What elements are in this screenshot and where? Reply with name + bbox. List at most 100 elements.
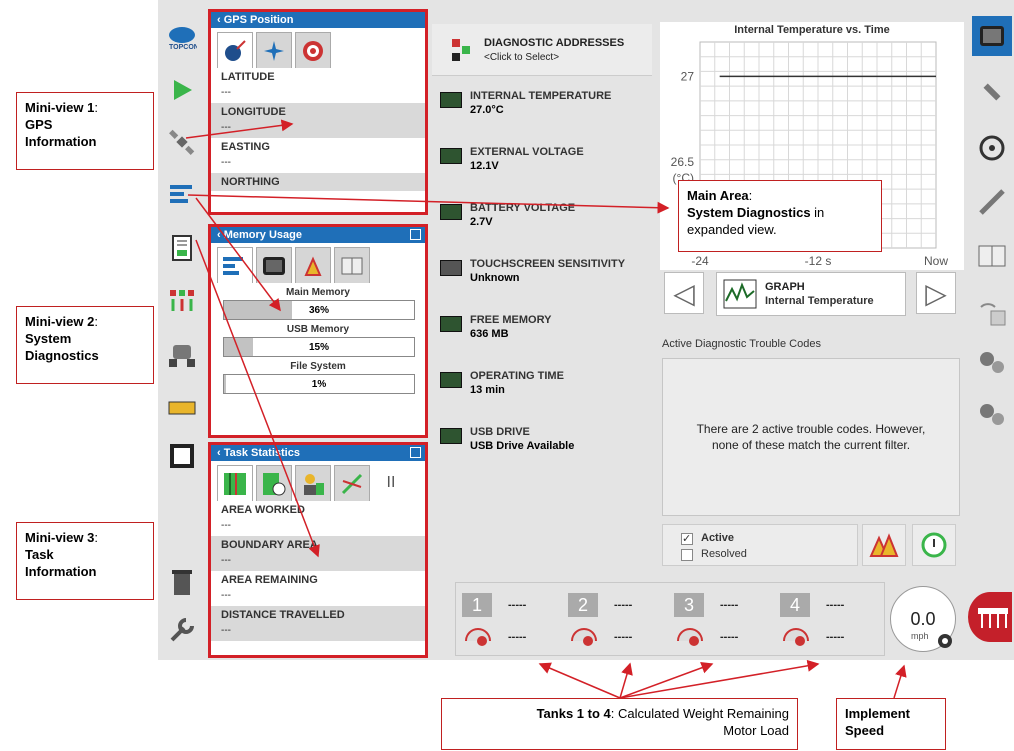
implement-icon[interactable]	[166, 392, 198, 424]
tank-2[interactable]: 2 ----- -----	[568, 593, 668, 649]
cellular-4g-icon[interactable]	[976, 296, 1008, 328]
diagnostics-list: DIAGNOSTIC ADDRESSES <Click to Select> IN…	[432, 24, 652, 574]
diagnostic-addresses-button[interactable]: DIAGNOSTIC ADDRESSES <Click to Select>	[432, 24, 652, 76]
x-tick-label: -24	[691, 254, 709, 268]
refresh-circle-icon	[921, 532, 947, 558]
bars-icon	[223, 256, 243, 275]
diag-item-free-memory: FREE MEMORY 636 MB	[440, 314, 552, 340]
ann-text: :	[94, 314, 98, 329]
memory-mini-view: ‹ Memory Usage Main Memory 36% USB Memor…	[208, 224, 428, 438]
speed-settings-icon[interactable]	[937, 633, 953, 649]
graph-selector[interactable]: GRAPH Internal Temperature	[716, 272, 906, 316]
diag-item-operating-time: OPERATING TIME 13 min	[440, 370, 564, 396]
ann-text: Main Area	[687, 188, 749, 203]
tab-task-operator[interactable]	[295, 465, 331, 501]
tank-number: 2	[568, 593, 598, 617]
vehicle-icon[interactable]	[166, 338, 198, 370]
status-led-icon	[440, 148, 462, 164]
tab-task-time[interactable]	[256, 465, 292, 501]
resolved-checkbox[interactable]	[681, 549, 693, 561]
expand-icon[interactable]	[410, 229, 421, 240]
tank-weight: -----	[720, 599, 739, 611]
gears-icon[interactable]	[976, 346, 1008, 378]
memory-view-header[interactable]: ‹ Memory Usage	[211, 227, 425, 243]
gps-view-header[interactable]: ‹ GPS Position	[211, 12, 425, 28]
northing-field: NORTHING	[211, 173, 425, 191]
easting-label: EASTING	[221, 141, 270, 153]
task-view-header[interactable]: ‹ Task Statistics	[211, 445, 425, 461]
alarms-button[interactable]	[862, 524, 906, 566]
pause-button[interactable]: II	[373, 465, 409, 501]
boundary-area-label: BOUNDARY AREA	[221, 539, 318, 551]
ann-text: Information	[25, 134, 97, 149]
diag-item-internal-temperature: INTERNAL TEMPERATURE 27.0°C	[440, 90, 611, 116]
graph-line-icon	[723, 279, 757, 309]
file-system-bar: 1%	[223, 374, 415, 394]
satellite-icon[interactable]	[166, 126, 198, 158]
guidance-icon	[341, 473, 363, 494]
tab-memory-book[interactable]	[334, 247, 370, 283]
tab-task-guidance[interactable]	[334, 465, 370, 501]
tank-1[interactable]: 1 ----- -----	[462, 593, 562, 649]
diag-value: 13 min	[470, 384, 505, 396]
diag-value: Unknown	[470, 272, 520, 284]
status-led-icon	[440, 92, 462, 108]
display-settings-icon[interactable]	[972, 16, 1012, 56]
annotation-implement-speed: Implement Speed	[836, 698, 946, 750]
task-mini-view: ‹ Task Statistics II AREA WORKED --- BOUN…	[208, 442, 428, 658]
device-list-icon[interactable]	[166, 232, 198, 264]
sections-icon[interactable]	[166, 284, 198, 316]
gps-receiver-icon[interactable]	[976, 76, 1008, 108]
diagnostics-bars-icon[interactable]	[166, 178, 198, 210]
network-icon	[452, 38, 470, 61]
tab-memory-display[interactable]	[256, 247, 292, 283]
advanced-gears-icon[interactable]	[976, 398, 1008, 430]
wrench-icon[interactable]	[166, 614, 198, 646]
speedometer[interactable]: 0.0 mph	[890, 586, 956, 652]
ann-text: Motor Load	[723, 723, 789, 738]
ann-text: : Calculated Weight Remaining	[610, 706, 789, 721]
console-icon[interactable]	[166, 440, 198, 472]
distance-travelled-value: ---	[221, 625, 231, 636]
next-graph-button[interactable]: ▷	[916, 272, 956, 314]
dtc-message-box: There are 2 active trouble codes. Howeve…	[662, 358, 960, 516]
warning-icon	[304, 256, 322, 276]
ann-text: System	[25, 331, 72, 346]
implement-master-button[interactable]	[968, 592, 1012, 642]
tank-number: 1	[462, 593, 492, 617]
trash-icon[interactable]	[166, 566, 198, 598]
tab-memory-warnings[interactable]	[295, 247, 331, 283]
ann-text: :	[94, 530, 98, 545]
area-worked-value: ---	[221, 520, 231, 531]
implement-settings-icon[interactable]	[976, 186, 1008, 218]
task-view-title: Task Statistics	[223, 447, 300, 459]
right-toolbar	[966, 0, 1014, 660]
clear-codes-button[interactable]	[912, 524, 956, 566]
ann-text: Mini-view 2	[25, 314, 95, 329]
field-icon	[224, 472, 246, 495]
ann-text: :	[94, 100, 98, 115]
prev-graph-button[interactable]: ◁	[664, 272, 704, 314]
tank-4[interactable]: 4 ----- -----	[780, 593, 880, 649]
tab-gps-compass[interactable]	[256, 32, 292, 68]
tab-gps-target[interactable]	[295, 32, 331, 68]
dtc-message: There are 2 active trouble codes. Howeve…	[696, 422, 926, 452]
diag-item-usb-drive: USB DRIVE USB Drive Available	[440, 426, 574, 452]
tab-gps-satellite[interactable]	[217, 32, 253, 68]
tank-3[interactable]: 3 ----- -----	[674, 593, 774, 649]
operator-icon	[304, 473, 324, 495]
compass-icon	[264, 40, 284, 61]
active-checkbox[interactable]: ✓	[681, 533, 693, 545]
boom-sections-icon	[978, 608, 1008, 628]
diag-name: OPERATING TIME	[470, 370, 564, 382]
tank-weight: -----	[508, 599, 527, 611]
play-arrow-icon[interactable]	[166, 74, 198, 106]
tab-memory-bars[interactable]	[217, 247, 253, 283]
expand-icon[interactable]	[410, 447, 421, 458]
longitude-label: LONGITUDE	[221, 106, 286, 118]
tab-task-field[interactable]	[217, 465, 253, 501]
steering-wheel-icon[interactable]	[976, 132, 1008, 164]
annotation-mini-view-2: Mini-view 2: System Diagnostics	[16, 306, 154, 384]
manual-icon[interactable]	[976, 240, 1008, 272]
ann-text: Task	[25, 547, 54, 562]
